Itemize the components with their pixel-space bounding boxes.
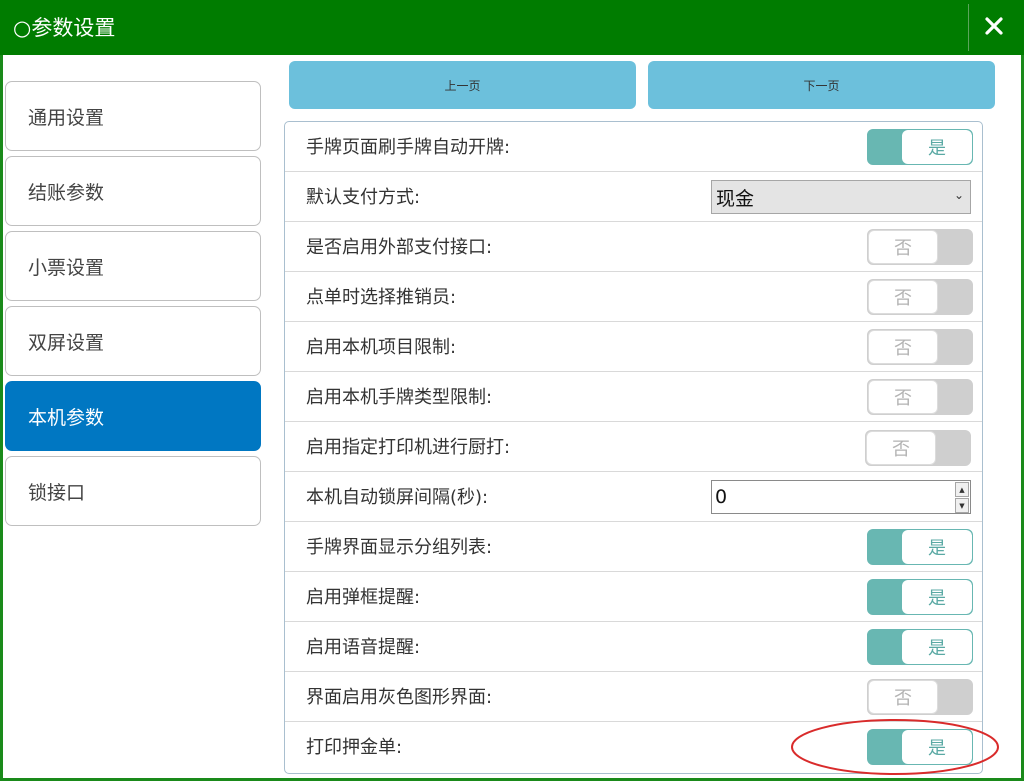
tag-type-limit-toggle[interactable]: 否	[867, 379, 973, 415]
setting-row-select-promoter: 点单时选择推销员: 否	[285, 272, 982, 322]
toggle-label: 是	[902, 530, 972, 564]
setting-row-item-limit: 启用本机项目限制: 否	[285, 322, 982, 372]
title-separator	[968, 4, 969, 51]
increment-button[interactable]: ▲	[955, 482, 969, 497]
sidebar-item-label: 小票设置	[28, 256, 105, 279]
next-page-button[interactable]: 下一页	[648, 61, 995, 109]
setting-label: 启用语音提醒:	[306, 637, 421, 658]
sidebar-item-local-params[interactable]: 本机参数	[5, 381, 261, 451]
item-limit-toggle[interactable]: 否	[867, 329, 973, 365]
print-deposit-toggle[interactable]: 是	[867, 729, 973, 765]
sidebar-item-dual-screen[interactable]: 双屏设置	[5, 306, 261, 376]
toggle-label: 否	[868, 230, 938, 264]
select-promoter-toggle[interactable]: 否	[867, 279, 973, 315]
chevron-down-icon: ⌄	[953, 188, 964, 202]
setting-label: 是否启用外部支付接口:	[306, 237, 493, 258]
gray-ui-toggle[interactable]: 否	[867, 679, 973, 715]
setting-label: 打印押金单:	[306, 737, 403, 758]
setting-row-auto-open: 手牌页面刷手牌自动开牌: 是	[285, 122, 982, 172]
setting-label: 本机自动锁屏间隔(秒):	[306, 487, 489, 508]
auto-lock-value: 0	[715, 486, 728, 508]
setting-row-print-deposit: 打印押金单: 是	[285, 722, 982, 772]
sidebar-item-label: 双屏设置	[28, 331, 105, 354]
kitchen-printer-toggle[interactable]: 否	[865, 430, 971, 466]
setting-label: 界面启用灰色图形界面:	[306, 687, 493, 708]
setting-label: 点单时选择推销员:	[306, 287, 457, 308]
setting-row-default-payment: 默认支付方式: 现金 ⌄	[285, 172, 982, 222]
sidebar-item-general[interactable]: 通用设置	[5, 81, 261, 151]
setting-row-external-payment: 是否启用外部支付接口: 否	[285, 222, 982, 272]
setting-label: 启用指定打印机进行厨打:	[306, 437, 511, 458]
setting-row-voice-reminder: 启用语音提醒: 是	[285, 622, 982, 672]
toggle-label: 否	[868, 330, 938, 364]
sidebar-item-receipt[interactable]: 小票设置	[5, 231, 261, 301]
sidebar-item-label: 结账参数	[28, 181, 105, 204]
select-value: 现金	[716, 187, 755, 210]
setting-label: 启用弹框提醒:	[306, 587, 421, 608]
toggle-label: 否	[868, 680, 938, 714]
decrement-button[interactable]: ▼	[955, 498, 969, 513]
close-icon	[985, 17, 1003, 35]
default-payment-select[interactable]: 现金 ⌄	[711, 180, 971, 214]
title-bar: ○参数设置	[0, 0, 1024, 55]
setting-row-tag-type-limit: 启用本机手牌类型限制: 否	[285, 372, 982, 422]
setting-label: 默认支付方式:	[306, 187, 421, 208]
setting-label: 手牌页面刷手牌自动开牌:	[306, 137, 511, 158]
external-payment-toggle[interactable]: 否	[867, 229, 973, 265]
auto-lock-interval-input[interactable]: 0 ▲ ▼	[711, 480, 971, 514]
setting-label: 启用本机手牌类型限制:	[306, 387, 493, 408]
setting-label: 启用本机项目限制:	[306, 337, 457, 358]
toggle-label: 否	[866, 431, 936, 465]
toggle-label: 否	[868, 380, 938, 414]
toggle-label: 是	[902, 630, 972, 664]
settings-panel: 手牌页面刷手牌自动开牌: 是 默认支付方式: 现金 ⌄ 是否启用外部支付接口: …	[284, 121, 983, 774]
group-list-toggle[interactable]: 是	[867, 529, 973, 565]
sidebar-item-lock-interface[interactable]: 锁接口	[5, 456, 261, 526]
toggle-label: 是	[902, 130, 972, 164]
toggle-label: 否	[868, 280, 938, 314]
prev-page-button[interactable]: 上一页	[289, 61, 636, 109]
window-border-left	[0, 55, 3, 781]
voice-reminder-toggle[interactable]: 是	[867, 629, 973, 665]
dialog-title: ○参数设置	[13, 16, 116, 40]
sidebar-item-label: 锁接口	[28, 481, 86, 504]
chevron-down-icon: ▼	[959, 501, 965, 510]
setting-row-gray-ui: 界面启用灰色图形界面: 否	[285, 672, 982, 722]
setting-row-kitchen-printer: 启用指定打印机进行厨打: 否	[285, 422, 982, 472]
chevron-up-icon: ▲	[959, 485, 965, 494]
toggle-label: 是	[902, 580, 972, 614]
setting-row-popup-reminder: 启用弹框提醒: 是	[285, 572, 982, 622]
toggle-label: 是	[902, 730, 972, 764]
setting-row-auto-lock: 本机自动锁屏间隔(秒): 0 ▲ ▼	[285, 472, 982, 522]
setting-row-group-list: 手牌界面显示分组列表: 是	[285, 522, 982, 572]
close-button[interactable]	[973, 4, 1015, 48]
auto-open-toggle[interactable]: 是	[867, 129, 973, 165]
popup-reminder-toggle[interactable]: 是	[867, 579, 973, 615]
setting-label: 手牌界面显示分组列表:	[306, 537, 493, 558]
settings-dialog: ○参数设置 通用设置 结账参数 小票设置 双屏设置 本机参数 锁接口 上一页 下…	[0, 0, 1024, 781]
sidebar-item-checkout[interactable]: 结账参数	[5, 156, 261, 226]
sidebar-item-label: 本机参数	[28, 406, 105, 429]
sidebar-item-label: 通用设置	[28, 106, 105, 129]
